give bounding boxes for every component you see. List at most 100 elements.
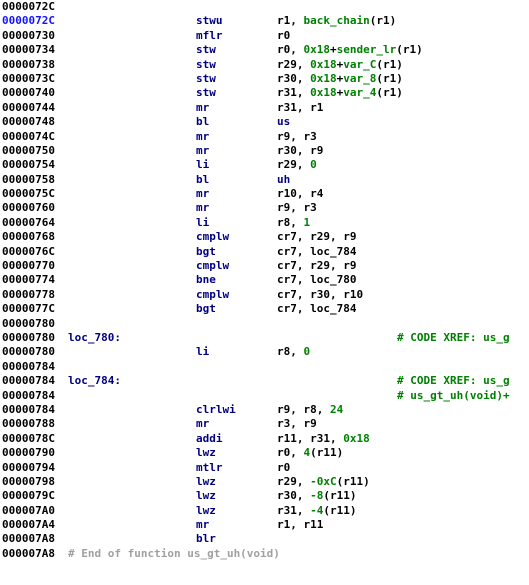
instruction-operands[interactable]: r3, r9 (277, 417, 317, 431)
disassembly-line[interactable]: 0000072C stwu r1, back_chain(r1) (0, 14, 529, 28)
instruction-operands[interactable]: cr7, loc_780 (277, 273, 356, 287)
instruction-operands[interactable]: r29, 0x18+var_C(r1) (277, 58, 403, 72)
disassembly-line[interactable]: 000007A0 lwz r31, -4(r11) (0, 504, 529, 518)
disassembly-line[interactable]: 0000072C (0, 0, 529, 14)
instruction-mnemonic[interactable]: mflr (196, 29, 223, 43)
instruction-mnemonic[interactable]: li (196, 216, 209, 230)
operand-token-sym[interactable]: sender_lr (337, 43, 397, 56)
instruction-operands[interactable]: cr7, loc_784 (277, 245, 356, 259)
operand-token-sym[interactable]: back_chain (304, 14, 370, 27)
disassembly-line[interactable]: 00000770 cmplw cr7, r29, r9 (0, 259, 529, 273)
instruction-mnemonic[interactable]: mr (196, 101, 209, 115)
disassembly-line[interactable]: 0000076C bgt cr7, loc_784 (0, 245, 529, 259)
code-label[interactable]: loc_780: (68, 331, 121, 345)
operand-token-sym[interactable]: var_4 (343, 86, 376, 99)
instruction-mnemonic[interactable]: stw (196, 86, 216, 100)
instruction-mnemonic[interactable]: bgt (196, 302, 216, 316)
instruction-mnemonic[interactable]: cmplw (196, 288, 229, 302)
disassembly-line[interactable]: 00000760 mr r9, r3 (0, 201, 529, 215)
instruction-mnemonic[interactable]: lwz (196, 475, 216, 489)
instruction-operands[interactable]: r29, -0xC(r11) (277, 475, 370, 489)
disassembly-line[interactable]: 00000784 loc_784: # CODE XREF: us_g (0, 374, 529, 388)
disassembly-line[interactable]: 0000074C mr r9, r3 (0, 130, 529, 144)
instruction-mnemonic[interactable]: clrlwi (196, 403, 236, 417)
instruction-mnemonic[interactable]: lwz (196, 489, 216, 503)
instruction-mnemonic[interactable]: mr (196, 144, 209, 158)
instruction-operands[interactable]: r29, 0 (277, 158, 317, 172)
disassembly-line[interactable]: 00000798 lwz r29, -0xC(r11) (0, 475, 529, 489)
instruction-operands[interactable]: r31, r1 (277, 101, 323, 115)
instruction-operands[interactable]: r10, r4 (277, 187, 323, 201)
instruction-operands[interactable]: r30, 0x18+var_8(r1) (277, 72, 403, 86)
instruction-operands[interactable]: r9, r8, 24 (277, 403, 343, 417)
code-label[interactable]: loc_784: (68, 374, 121, 388)
disassembly-line[interactable]: 000007A4 mr r1, r11 (0, 518, 529, 532)
instruction-mnemonic[interactable]: mr (196, 130, 209, 144)
instruction-mnemonic[interactable]: blr (196, 532, 216, 546)
disassembly-line[interactable]: 00000778 cmplw cr7, r30, r10 (0, 288, 529, 302)
instruction-operands[interactable]: cr7, r29, r9 (277, 259, 356, 273)
instruction-mnemonic[interactable]: li (196, 345, 209, 359)
disassembly-line[interactable]: 000007A8 blr (0, 532, 529, 546)
instruction-operands[interactable]: r0 (277, 29, 290, 43)
instruction-operands[interactable]: r0 (277, 461, 290, 475)
instruction-operands[interactable]: r8, 0 (277, 345, 310, 359)
instruction-operands[interactable]: r0, 4(r11) (277, 446, 343, 460)
instruction-operands[interactable]: r30, r9 (277, 144, 323, 158)
disassembly-line[interactable]: 00000780 li r8, 0 (0, 345, 529, 359)
instruction-mnemonic[interactable]: mr (196, 187, 209, 201)
disassembly-line[interactable]: 00000734 stw r0, 0x18+sender_lr(r1) (0, 43, 529, 57)
instruction-mnemonic[interactable]: addi (196, 432, 223, 446)
instruction-mnemonic[interactable]: lwz (196, 446, 216, 460)
disassembly-line[interactable]: 00000790 lwz r0, 4(r11) (0, 446, 529, 460)
instruction-mnemonic[interactable]: stw (196, 58, 216, 72)
disassembly-line[interactable]: 00000784 (0, 360, 529, 374)
disassembly-line[interactable]: 0000073C stw r30, 0x18+var_8(r1) (0, 72, 529, 86)
instruction-operands[interactable]: r0, 0x18+sender_lr(r1) (277, 43, 423, 57)
disassembly-line[interactable]: 00000748 bl us (0, 115, 529, 129)
instruction-mnemonic[interactable]: stwu (196, 14, 223, 28)
operand-token-brn[interactable]: uh (277, 173, 290, 186)
instruction-mnemonic[interactable]: stw (196, 43, 216, 57)
instruction-mnemonic[interactable]: li (196, 158, 209, 172)
disassembly-line[interactable]: 00000738 stw r29, 0x18+var_C(r1) (0, 58, 529, 72)
disassembly-line[interactable]: 00000740 stw r31, 0x18+var_4(r1) (0, 86, 529, 100)
instruction-mnemonic[interactable]: cmplw (196, 259, 229, 273)
instruction-operands[interactable]: r31, 0x18+var_4(r1) (277, 86, 403, 100)
instruction-mnemonic[interactable]: mr (196, 518, 209, 532)
disassembly-line[interactable]: 00000780 loc_780: # CODE XREF: us_g (0, 331, 529, 345)
instruction-mnemonic[interactable]: bl (196, 115, 209, 129)
disassembly-line[interactable]: 0000078C addi r11, r31, 0x18 (0, 432, 529, 446)
instruction-mnemonic[interactable]: cmplw (196, 230, 229, 244)
disassembly-line[interactable]: 00000768 cmplw cr7, r29, r9 (0, 230, 529, 244)
disassembly-line[interactable]: 0000077C bgt cr7, loc_784 (0, 302, 529, 316)
instruction-mnemonic[interactable]: lwz (196, 504, 216, 518)
instruction-mnemonic[interactable]: mr (196, 201, 209, 215)
instruction-mnemonic[interactable]: mtlr (196, 461, 223, 475)
operand-token-brn[interactable]: us (277, 115, 290, 128)
operand-token-sym[interactable]: var_C (343, 58, 376, 71)
instruction-operands[interactable]: r8, 1 (277, 216, 310, 230)
instruction-operands[interactable]: r1, back_chain(r1) (277, 14, 396, 28)
instruction-operands[interactable]: r1, r11 (277, 518, 323, 532)
disassembly-line[interactable]: 00000750 mr r30, r9 (0, 144, 529, 158)
disassembly-line[interactable]: 00000774 bne cr7, loc_780 (0, 273, 529, 287)
instruction-operands[interactable]: us (277, 115, 290, 129)
instruction-operands[interactable]: cr7, loc_784 (277, 302, 356, 316)
instruction-operands[interactable]: uh (277, 173, 290, 187)
instruction-operands[interactable]: r9, r3 (277, 201, 317, 215)
disassembly-line[interactable]: 00000780 (0, 317, 529, 331)
instruction-operands[interactable]: cr7, r29, r9 (277, 230, 356, 244)
disassembly-line[interactable]: 00000758 bl uh (0, 173, 529, 187)
disassembly-line[interactable]: 0000079C lwz r30, -8(r11) (0, 489, 529, 503)
disassembly-line[interactable]: 0000075C mr r10, r4 (0, 187, 529, 201)
disassembly-line[interactable]: 00000788 mr r3, r9 (0, 417, 529, 431)
instruction-operands[interactable]: r31, -4(r11) (277, 504, 357, 518)
disassembly-line[interactable]: 00000784 clrlwi r9, r8, 24 (0, 403, 529, 417)
operand-token-sym[interactable]: var_8 (343, 72, 376, 85)
instruction-mnemonic[interactable]: stw (196, 72, 216, 86)
disassembly-line[interactable]: 00000730 mflr r0 (0, 29, 529, 43)
instruction-mnemonic[interactable]: bne (196, 273, 216, 287)
disassembly-listing[interactable]: 0000072C 0000072C stwu r1, back_chain(r1) 00… (0, 0, 529, 585)
disassembly-line[interactable]: 00000764 li r8, 1 (0, 216, 529, 230)
